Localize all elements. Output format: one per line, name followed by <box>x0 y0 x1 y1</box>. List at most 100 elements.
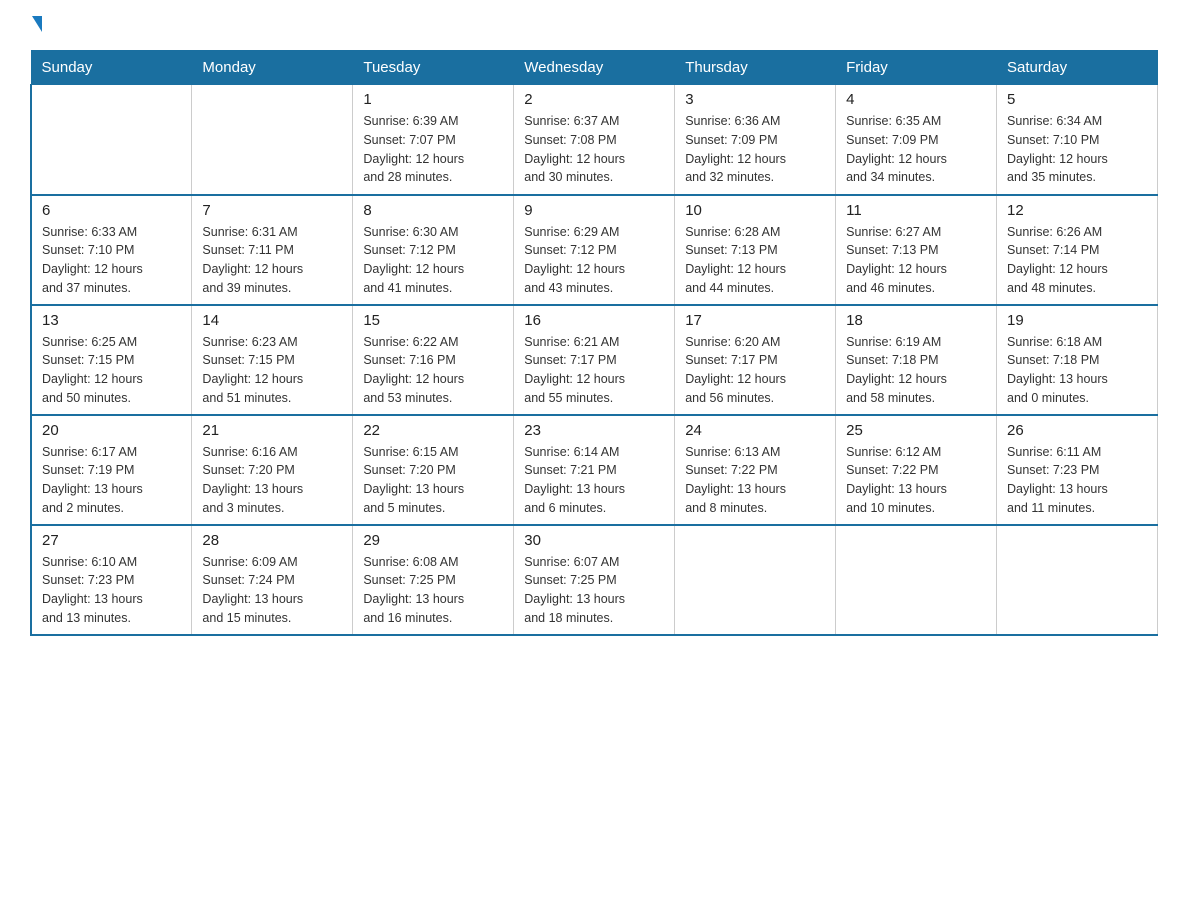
calendar-cell: 8 Sunrise: 6:30 AM Sunset: 7:12 PM Daylig… <box>353 195 514 305</box>
day-info: Sunrise: 6:08 AM Sunset: 7:25 PM Dayligh… <box>363 553 503 628</box>
day-number: 21 <box>202 422 342 439</box>
calendar-cell: 12 Sunrise: 6:26 AM Sunset: 7:14 PM Dayli… <box>997 195 1158 305</box>
calendar-cell: 20 Sunrise: 6:17 AM Sunset: 7:19 PM Dayli… <box>31 415 192 525</box>
col-friday: Friday <box>836 51 997 85</box>
day-number: 5 <box>1007 91 1147 108</box>
day-info: Sunrise: 6:30 AM Sunset: 7:12 PM Dayligh… <box>363 223 503 298</box>
calendar-cell <box>675 525 836 635</box>
calendar-cell: 7Sunrise: 6:31 AM Sunset: 7:11 PM Daylig… <box>192 195 353 305</box>
calendar-cell: 18 Sunrise: 6:19 AM Sunset: 7:18 PM Dayli… <box>836 305 997 415</box>
calendar-cell: 21 Sunrise: 6:16 AM Sunset: 7:20 PM Dayli… <box>192 415 353 525</box>
calendar-cell: 19 Sunrise: 6:18 AM Sunset: 7:18 PM Dayli… <box>997 305 1158 415</box>
day-number: 20 <box>42 422 181 439</box>
day-number: 27 <box>42 532 181 549</box>
calendar-table: Sunday Monday Tuesday Wednesday Thursday… <box>30 50 1158 636</box>
day-number: 15 <box>363 312 503 329</box>
calendar-cell: 1 Sunrise: 6:39 AM Sunset: 7:07 PM Daylig… <box>353 85 514 195</box>
calendar-cell: 13Sunrise: 6:25 AM Sunset: 7:15 PM Dayli… <box>31 305 192 415</box>
day-info: Sunrise: 6:36 AM Sunset: 7:09 PM Dayligh… <box>685 112 825 187</box>
calendar-week-2: 6 Sunrise: 6:33 AM Sunset: 7:10 PM Daylig… <box>31 195 1158 305</box>
calendar-cell: 9 Sunrise: 6:29 AM Sunset: 7:12 PM Daylig… <box>514 195 675 305</box>
calendar-cell: 30 Sunrise: 6:07 AM Sunset: 7:25 PM Dayli… <box>514 525 675 635</box>
day-info: Sunrise: 6:22 AM Sunset: 7:16 PM Dayligh… <box>363 333 503 408</box>
day-number: 22 <box>363 422 503 439</box>
day-info: Sunrise: 6:09 AM Sunset: 7:24 PM Dayligh… <box>202 553 342 628</box>
col-wednesday: Wednesday <box>514 51 675 85</box>
day-info: Sunrise: 6:17 AM Sunset: 7:19 PM Dayligh… <box>42 443 181 518</box>
col-tuesday: Tuesday <box>353 51 514 85</box>
calendar-cell: 2 Sunrise: 6:37 AM Sunset: 7:08 PM Daylig… <box>514 85 675 195</box>
calendar-week-4: 20 Sunrise: 6:17 AM Sunset: 7:19 PM Dayli… <box>31 415 1158 525</box>
day-info: Sunrise: 6:14 AM Sunset: 7:21 PM Dayligh… <box>524 443 664 518</box>
calendar-cell: 17 Sunrise: 6:20 AM Sunset: 7:17 PM Dayli… <box>675 305 836 415</box>
logo-triangle-icon <box>32 16 42 32</box>
day-number: 2 <box>524 91 664 108</box>
day-number: 28 <box>202 532 342 549</box>
day-number: 6 <box>42 202 181 219</box>
day-number: 14 <box>202 312 342 329</box>
day-number: 29 <box>363 532 503 549</box>
day-info: Sunrise: 6:26 AM Sunset: 7:14 PM Dayligh… <box>1007 223 1147 298</box>
col-sunday: Sunday <box>31 51 192 85</box>
day-info: Sunrise: 6:20 AM Sunset: 7:17 PM Dayligh… <box>685 333 825 408</box>
calendar-cell: 26 Sunrise: 6:11 AM Sunset: 7:23 PM Dayli… <box>997 415 1158 525</box>
calendar-cell: 16 Sunrise: 6:21 AM Sunset: 7:17 PM Dayli… <box>514 305 675 415</box>
day-info: Sunrise: 6:07 AM Sunset: 7:25 PM Dayligh… <box>524 553 664 628</box>
calendar-cell: 3Sunrise: 6:36 AM Sunset: 7:09 PM Daylig… <box>675 85 836 195</box>
calendar-cell: 11Sunrise: 6:27 AM Sunset: 7:13 PM Dayli… <box>836 195 997 305</box>
day-info: Sunrise: 6:18 AM Sunset: 7:18 PM Dayligh… <box>1007 333 1147 408</box>
logo <box>30 20 42 30</box>
calendar-cell: 15 Sunrise: 6:22 AM Sunset: 7:16 PM Dayli… <box>353 305 514 415</box>
day-info: Sunrise: 6:33 AM Sunset: 7:10 PM Dayligh… <box>42 223 181 298</box>
calendar-week-3: 13Sunrise: 6:25 AM Sunset: 7:15 PM Dayli… <box>31 305 1158 415</box>
day-info: Sunrise: 6:39 AM Sunset: 7:07 PM Dayligh… <box>363 112 503 187</box>
calendar-cell <box>31 85 192 195</box>
day-info: Sunrise: 6:10 AM Sunset: 7:23 PM Dayligh… <box>42 553 181 628</box>
day-number: 30 <box>524 532 664 549</box>
day-number: 11 <box>846 202 986 219</box>
day-number: 16 <box>524 312 664 329</box>
day-info: Sunrise: 6:25 AM Sunset: 7:15 PM Dayligh… <box>42 333 181 408</box>
day-number: 1 <box>363 91 503 108</box>
day-number: 9 <box>524 202 664 219</box>
calendar-cell: 5 Sunrise: 6:34 AM Sunset: 7:10 PM Daylig… <box>997 85 1158 195</box>
col-thursday: Thursday <box>675 51 836 85</box>
day-info: Sunrise: 6:34 AM Sunset: 7:10 PM Dayligh… <box>1007 112 1147 187</box>
calendar-cell: 23 Sunrise: 6:14 AM Sunset: 7:21 PM Dayli… <box>514 415 675 525</box>
day-number: 26 <box>1007 422 1147 439</box>
day-number: 18 <box>846 312 986 329</box>
day-number: 24 <box>685 422 825 439</box>
day-number: 10 <box>685 202 825 219</box>
day-info: Sunrise: 6:19 AM Sunset: 7:18 PM Dayligh… <box>846 333 986 408</box>
day-info: Sunrise: 6:29 AM Sunset: 7:12 PM Dayligh… <box>524 223 664 298</box>
day-number: 7 <box>202 202 342 219</box>
calendar-cell: 4 Sunrise: 6:35 AM Sunset: 7:09 PM Daylig… <box>836 85 997 195</box>
day-number: 12 <box>1007 202 1147 219</box>
day-info: Sunrise: 6:28 AM Sunset: 7:13 PM Dayligh… <box>685 223 825 298</box>
page-header <box>30 20 1158 30</box>
day-number: 4 <box>846 91 986 108</box>
day-number: 17 <box>685 312 825 329</box>
day-number: 19 <box>1007 312 1147 329</box>
day-info: Sunrise: 6:16 AM Sunset: 7:20 PM Dayligh… <box>202 443 342 518</box>
day-number: 8 <box>363 202 503 219</box>
calendar-cell <box>192 85 353 195</box>
col-monday: Monday <box>192 51 353 85</box>
day-info: Sunrise: 6:37 AM Sunset: 7:08 PM Dayligh… <box>524 112 664 187</box>
day-info: Sunrise: 6:13 AM Sunset: 7:22 PM Dayligh… <box>685 443 825 518</box>
calendar-cell: 25Sunrise: 6:12 AM Sunset: 7:22 PM Dayli… <box>836 415 997 525</box>
calendar-week-5: 27 Sunrise: 6:10 AM Sunset: 7:23 PM Dayli… <box>31 525 1158 635</box>
day-number: 25 <box>846 422 986 439</box>
calendar-cell: 10 Sunrise: 6:28 AM Sunset: 7:13 PM Dayli… <box>675 195 836 305</box>
day-info: Sunrise: 6:11 AM Sunset: 7:23 PM Dayligh… <box>1007 443 1147 518</box>
calendar-cell: 22 Sunrise: 6:15 AM Sunset: 7:20 PM Dayli… <box>353 415 514 525</box>
calendar-cell: 6 Sunrise: 6:33 AM Sunset: 7:10 PM Daylig… <box>31 195 192 305</box>
calendar-cell <box>836 525 997 635</box>
day-info: Sunrise: 6:21 AM Sunset: 7:17 PM Dayligh… <box>524 333 664 408</box>
day-number: 23 <box>524 422 664 439</box>
calendar-cell: 14Sunrise: 6:23 AM Sunset: 7:15 PM Dayli… <box>192 305 353 415</box>
day-info: Sunrise: 6:35 AM Sunset: 7:09 PM Dayligh… <box>846 112 986 187</box>
day-info: Sunrise: 6:15 AM Sunset: 7:20 PM Dayligh… <box>363 443 503 518</box>
calendar-cell: 24 Sunrise: 6:13 AM Sunset: 7:22 PM Dayli… <box>675 415 836 525</box>
calendar-cell <box>997 525 1158 635</box>
